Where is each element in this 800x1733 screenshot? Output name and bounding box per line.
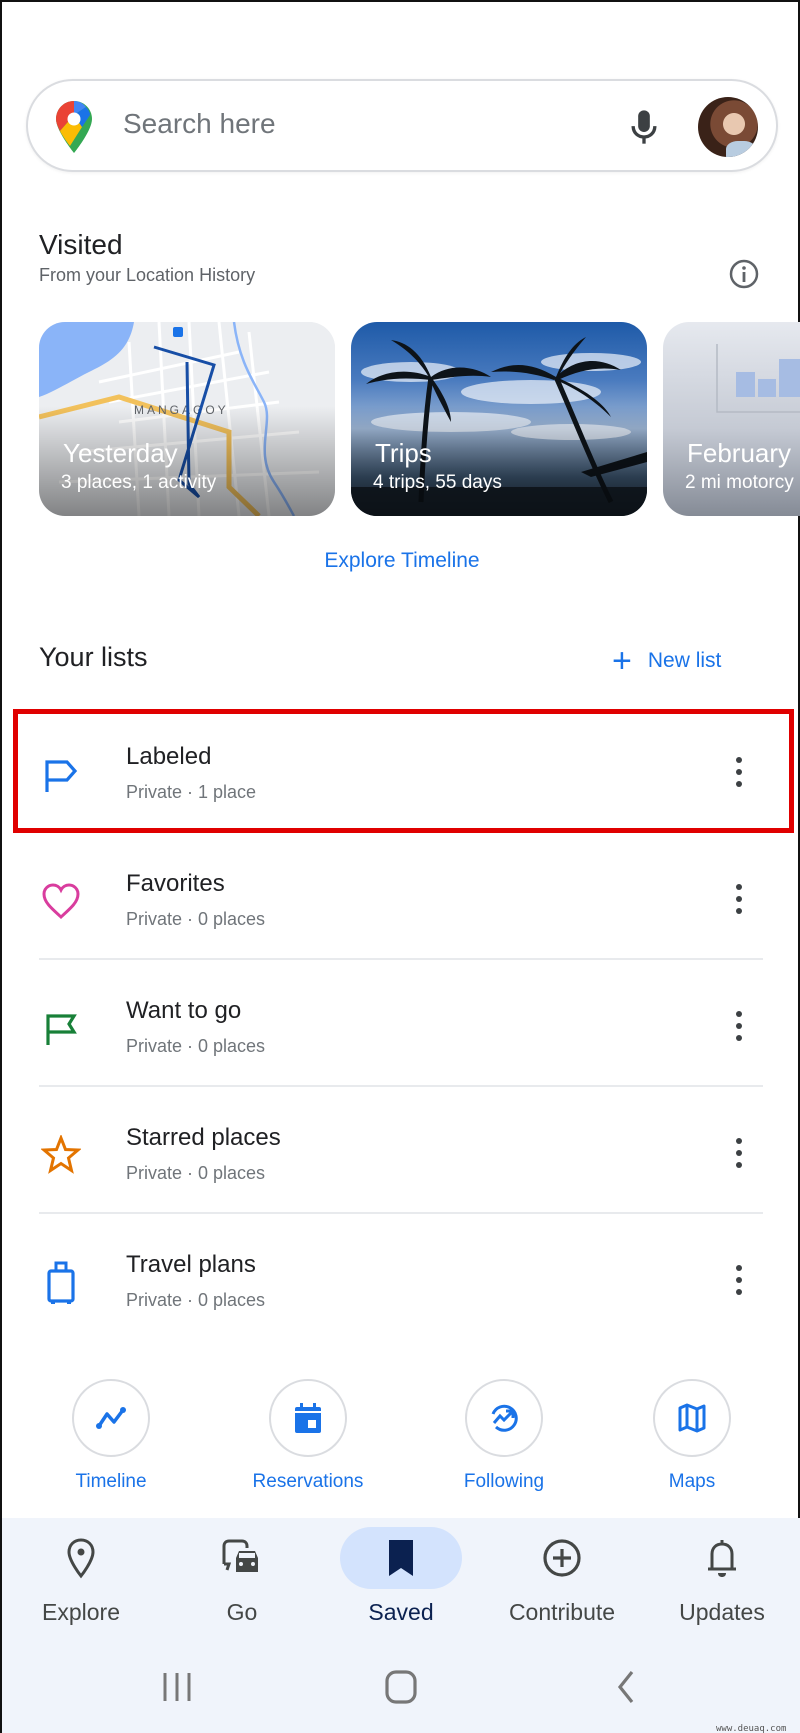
suitcase-icon	[47, 1261, 75, 1304]
more-vert-icon[interactable]	[731, 1262, 747, 1298]
new-list-label: New list	[647, 649, 722, 672]
nav-updates[interactable]: Updates	[652, 1527, 792, 1626]
card-title: Yesterday	[63, 438, 178, 468]
card-subtitle: 4 trips, 55 days	[373, 472, 502, 493]
avatar[interactable]	[698, 97, 758, 157]
add-circle-icon	[543, 1539, 581, 1577]
info-icon[interactable]	[728, 258, 760, 290]
divider	[39, 1212, 763, 1214]
quick-action-label: Following	[463, 1471, 545, 1492]
visited-card-trips[interactable]: Trips 4 trips, 55 days	[351, 322, 647, 516]
visited-subtitle: From your Location History	[39, 265, 256, 285]
back-icon[interactable]	[606, 1667, 646, 1707]
nav-saved[interactable]: Saved	[331, 1527, 471, 1626]
divider	[39, 958, 763, 960]
divider	[39, 1085, 763, 1087]
card-subtitle: 2 mi motorcy	[685, 472, 794, 493]
location-pin-icon	[67, 1538, 95, 1579]
home-icon[interactable]	[381, 1667, 421, 1707]
nav-label: Explore	[42, 1599, 120, 1625]
search-bar[interactable]: Search here	[26, 79, 778, 172]
nav-label: Updates	[679, 1599, 765, 1625]
bookmark-icon	[389, 1540, 413, 1576]
visited-card-yesterday[interactable]: MANGAGOY Yesterday 3 places, 1 activity	[39, 322, 335, 516]
card-subtitle: 3 places, 1 activity	[61, 472, 217, 493]
flag-icon	[46, 1014, 77, 1045]
bell-icon	[708, 1540, 736, 1577]
quick-action-label: Maps	[668, 1471, 716, 1492]
list-meta: Private · 0 places	[126, 1163, 266, 1183]
quick-action-following[interactable]: Following	[434, 1379, 574, 1493]
calendar-icon	[295, 1403, 321, 1433]
quick-action-label: Timeline	[75, 1471, 147, 1492]
nav-contribute[interactable]: Contribute	[492, 1527, 632, 1626]
list-item-want-to-go[interactable]: Want to go Private · 0 places	[39, 964, 763, 1090]
list-name: Starred places	[126, 1124, 281, 1151]
list-meta: Private · 0 places	[126, 1290, 266, 1310]
more-vert-icon[interactable]	[731, 881, 747, 917]
following-icon	[491, 1404, 518, 1432]
nav-explore[interactable]: Explore	[11, 1527, 151, 1626]
card-title: Trips	[375, 438, 432, 468]
more-vert-icon[interactable]	[731, 1008, 747, 1044]
more-vert-icon[interactable]	[731, 1135, 747, 1171]
quick-action-maps[interactable]: Maps	[622, 1379, 762, 1493]
quick-action-label: Reservations	[252, 1471, 364, 1492]
list-name: Travel plans	[126, 1251, 256, 1278]
highlight-box	[13, 709, 794, 833]
microphone-icon[interactable]	[624, 107, 664, 147]
star-icon	[41, 1135, 81, 1174]
watermark: www.deuaq.com	[716, 1724, 787, 1733]
list-item-starred-places[interactable]: Starred places Private · 0 places	[39, 1091, 763, 1217]
search-input[interactable]: Search here	[123, 108, 276, 140]
google-maps-logo-icon	[56, 101, 92, 153]
nav-label: Saved	[368, 1599, 434, 1625]
nav-label: Contribute	[508, 1599, 616, 1625]
map-icon	[678, 1403, 706, 1433]
recent-apps-icon[interactable]	[157, 1667, 197, 1707]
nav-label: Go	[226, 1599, 258, 1625]
list-item-travel-plans[interactable]: Travel plans Private · 0 places	[39, 1218, 763, 1344]
list-meta: Private · 0 places	[126, 1036, 266, 1056]
nav-go[interactable]: Go	[172, 1527, 312, 1626]
heart-icon	[42, 883, 80, 920]
quick-action-timeline[interactable]: Timeline	[41, 1379, 181, 1493]
timeline-icon	[96, 1407, 126, 1429]
list-meta: Private · 0 places	[126, 909, 266, 929]
quick-action-reservations[interactable]: Reservations	[238, 1379, 378, 1493]
card-title: February	[687, 438, 792, 468]
visited-card-february[interactable]: February 2 mi motorcy	[663, 322, 800, 516]
commute-icon	[222, 1539, 258, 1572]
plus-icon: +	[612, 642, 632, 680]
list-name: Want to go	[126, 997, 242, 1024]
explore-timeline-link[interactable]: Explore Timeline	[2, 549, 800, 573]
list-name: Favorites	[126, 870, 225, 897]
new-list-button[interactable]: + New list	[612, 644, 721, 678]
list-item-favorites[interactable]: Favorites Private · 0 places	[39, 837, 763, 963]
your-lists-title: Your lists	[39, 642, 148, 672]
visited-title: Visited	[39, 229, 123, 260]
